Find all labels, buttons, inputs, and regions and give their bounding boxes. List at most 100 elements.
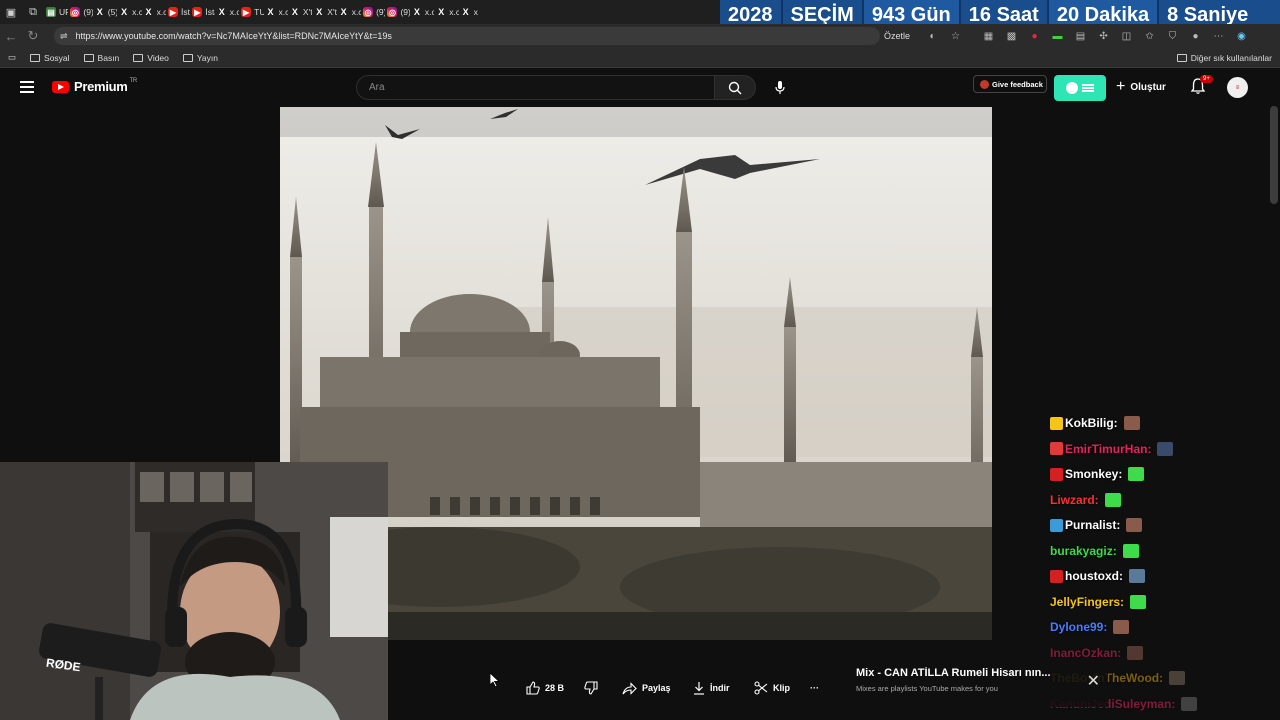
bookmark-folder[interactable]: Basın bbox=[83, 53, 119, 63]
give-feedback-button[interactable]: Give feedback bbox=[973, 75, 1047, 93]
chat-emote-icon bbox=[1113, 620, 1130, 634]
like-button[interactable]: 28 B bbox=[526, 678, 564, 698]
voice-search-button[interactable] bbox=[768, 76, 792, 100]
x-icon: X bbox=[291, 7, 298, 17]
back-icon[interactable]: ← bbox=[0, 24, 22, 48]
bookmark-import-icon[interactable]: ▭ bbox=[8, 52, 16, 63]
browser-tab[interactable]: ◎(9) I bbox=[385, 0, 410, 24]
tab-title: x.co bbox=[132, 7, 142, 17]
address-bar[interactable]: ⇌ https://www.youtube.com/watch?v=Nc7MAI… bbox=[54, 27, 880, 45]
chat-emote-icon bbox=[1129, 569, 1145, 583]
browser-tab[interactable]: ▶İsta bbox=[190, 0, 215, 24]
site-info-icon[interactable]: ⇌ bbox=[60, 31, 68, 42]
folder-icon bbox=[30, 53, 41, 62]
reload-icon[interactable]: ↻ bbox=[22, 24, 44, 48]
microphone-icon bbox=[775, 81, 785, 94]
browser-tab[interactable]: X X'te bbox=[288, 0, 312, 24]
chat-message: EmirTimurHan: bbox=[1050, 440, 1174, 458]
tab-title: x.co bbox=[156, 7, 166, 17]
extension-icon[interactable]: ● bbox=[1026, 28, 1043, 45]
workspaces-icon[interactable]: ▣ bbox=[0, 0, 22, 24]
read-aloud-icon[interactable]: ◐ bbox=[924, 28, 941, 45]
browser-tab[interactable]: Xx bbox=[459, 0, 483, 24]
folder-icon bbox=[83, 53, 94, 62]
youtube-header: Premium TR Ara Give feedback + Oluştur 9… bbox=[0, 68, 1280, 106]
extensions-puzzle-icon[interactable]: ✣ bbox=[1095, 28, 1112, 45]
extension-icon[interactable]: ▩ bbox=[1003, 28, 1020, 45]
create-button[interactable]: + Oluştur bbox=[1116, 77, 1166, 97]
tab-title: x.co bbox=[278, 7, 288, 17]
browser-tab[interactable]: ▤URL bbox=[44, 0, 68, 24]
chat-message: Liwzard: bbox=[1050, 491, 1121, 509]
chat-message: Smonkey: bbox=[1050, 465, 1145, 483]
browser-tab[interactable]: Xx.co bbox=[337, 0, 361, 24]
download-button[interactable]: İndir bbox=[693, 678, 730, 698]
browser-tab[interactable]: Xx.co bbox=[142, 0, 166, 24]
thumbs-up-icon bbox=[526, 681, 540, 695]
more-actions-button[interactable]: ··· bbox=[810, 678, 819, 698]
tab-actions-icon[interactable]: ⧉ bbox=[22, 0, 44, 24]
browser-tab[interactable]: Xx.co bbox=[410, 0, 434, 24]
youtube-icon: ▶ bbox=[192, 7, 203, 17]
chat-emote-icon bbox=[1123, 416, 1140, 430]
browser-tab[interactable]: Xx.co bbox=[264, 0, 288, 24]
split-screen-icon[interactable]: ◫ bbox=[1118, 28, 1135, 45]
extension-toggle-button[interactable] bbox=[1054, 75, 1106, 101]
search-input[interactable]: Ara bbox=[356, 75, 714, 100]
favorite-star-icon[interactable]: ☆ bbox=[947, 28, 964, 45]
chat-emote-icon bbox=[1130, 594, 1147, 609]
page-scrollbar[interactable] bbox=[1270, 106, 1278, 204]
other-bookmarks[interactable]: Diğer sık kullanılanlar bbox=[1176, 48, 1272, 68]
notification-count-badge: 9+ bbox=[1200, 75, 1213, 83]
dislike-button[interactable] bbox=[584, 678, 598, 698]
page: ▣ ⧉ ▤URL◎(9) IX(5) eXx.coXx.co▶İsta▶İsta… bbox=[0, 0, 1280, 720]
notifications-button[interactable]: 9+ bbox=[1190, 75, 1213, 97]
browser-tab[interactable]: Xx.co bbox=[434, 0, 458, 24]
thumbs-down-icon bbox=[584, 681, 598, 695]
browser-tab[interactable]: X (5) e bbox=[93, 0, 117, 24]
chat-badge-icon bbox=[1050, 416, 1063, 430]
extension-icon[interactable]: ▦ bbox=[980, 28, 997, 45]
browser-tab[interactable]: Xx.co bbox=[215, 0, 239, 24]
browser-tab[interactable]: ▶İsta bbox=[166, 0, 190, 24]
extension-icon[interactable]: ▤ bbox=[1072, 28, 1089, 45]
menu-icon[interactable] bbox=[20, 81, 34, 93]
browser-tab[interactable]: X X'te bbox=[312, 0, 336, 24]
search-button[interactable] bbox=[714, 75, 756, 100]
tab-title: x.co bbox=[351, 7, 362, 17]
browser-essentials-icon[interactable]: ⛉ bbox=[1164, 28, 1181, 45]
mix-playlist-card[interactable]: Mix - CAN ATİLLA Rumeli Hisarı nın... Mi… bbox=[846, 657, 1108, 707]
chat-username: Purnalist: bbox=[1065, 518, 1121, 532]
url-text: https://www.youtube.com/watch?v=Nc7MAIce… bbox=[75, 31, 392, 41]
bookmark-folder[interactable]: Video bbox=[133, 53, 169, 63]
chat-emote-icon bbox=[1126, 518, 1143, 532]
browser-tab[interactable]: Xx.co bbox=[117, 0, 141, 24]
share-button[interactable]: Paylaş bbox=[622, 678, 671, 698]
chat-username: EmirTimurHan: bbox=[1065, 441, 1152, 456]
clip-button[interactable]: Klip bbox=[754, 678, 790, 698]
folder-icon bbox=[133, 53, 144, 62]
toolbar-right: Özetle ◐ ☆ ▦ ▩ ● ▬ ▤ ✣ ◫ ✩ ⛉ ● ⋯ ◉ bbox=[884, 24, 1250, 48]
youtube-logo[interactable]: Premium TR bbox=[52, 78, 137, 94]
browser-tab[interactable]: ▶TUN bbox=[239, 0, 264, 24]
chat-emote-icon bbox=[1128, 467, 1145, 481]
browser-tab[interactable]: ◎(9) I bbox=[68, 0, 93, 24]
extension-icon[interactable]: ▬ bbox=[1049, 28, 1066, 45]
favorites-icon[interactable]: ✩ bbox=[1141, 28, 1158, 45]
plus-icon: + bbox=[1116, 78, 1126, 95]
bookmark-folder[interactable]: Yayın bbox=[182, 53, 218, 63]
folder-icon bbox=[182, 53, 193, 62]
instagram-icon: ◎ bbox=[363, 7, 374, 17]
account-avatar[interactable]: ≡ bbox=[1227, 77, 1248, 98]
tab-title: x.co bbox=[424, 7, 435, 17]
chat-message: burakyagiz: bbox=[1050, 542, 1139, 560]
summarize-button[interactable]: Özetle bbox=[884, 31, 910, 41]
browser-tab[interactable]: ◎(9) I bbox=[361, 0, 385, 24]
chat-badge-icon bbox=[1050, 467, 1063, 481]
profile-avatar-icon[interactable]: ● bbox=[1187, 28, 1204, 45]
x-icon: X bbox=[340, 7, 347, 17]
close-icon[interactable]: ✕ bbox=[1087, 671, 1100, 691]
bookmark-folder[interactable]: Sosyal bbox=[30, 53, 70, 63]
menu-dots-icon[interactable]: ⋯ bbox=[1210, 28, 1227, 45]
copilot-icon[interactable]: ◉ bbox=[1233, 28, 1250, 45]
